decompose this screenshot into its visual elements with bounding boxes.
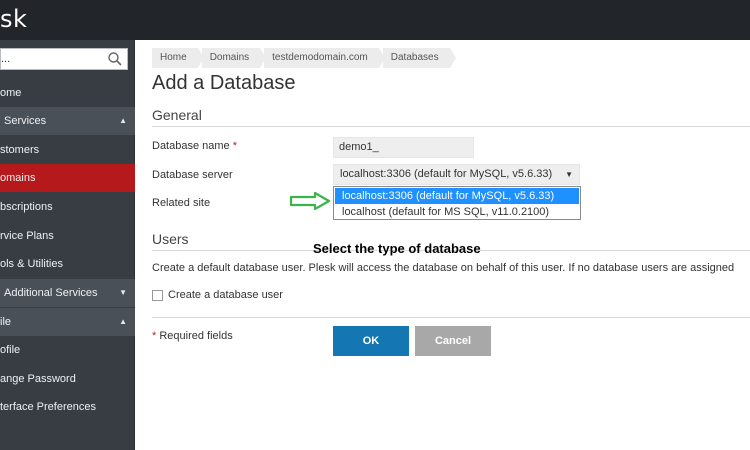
sidebar-item-profile[interactable]: ofile: [0, 336, 135, 364]
app-logo[interactable]: sk: [0, 5, 27, 33]
dropdown-option-mysql[interactable]: localhost:3306 (default for MySQL, v5.6.…: [335, 188, 579, 204]
annotation-arrow-icon: [289, 192, 331, 210]
breadcrumb-home[interactable]: Home: [152, 48, 204, 68]
sidebar-item-subscriptions[interactable]: bscriptions: [0, 193, 135, 221]
create-db-user-checkbox[interactable]: [152, 290, 163, 301]
search-input-value: ...: [1, 53, 11, 65]
create-db-user-label[interactable]: Create a database user: [168, 289, 283, 301]
sidebar-item-customers[interactable]: stomers: [0, 136, 135, 164]
database-server-dropdown-list: localhost:3306 (default for MySQL, v5.6.…: [333, 186, 581, 220]
sidebar-group-profile[interactable]: ile ▲: [0, 308, 135, 336]
chevron-up-icon: ▲: [119, 317, 127, 326]
sidebar-group-services[interactable]: Services ▲: [0, 107, 135, 135]
dropdown-option-mssql[interactable]: localhost (default for MS SQL, v11.0.210…: [335, 204, 579, 220]
sidebar-group-additional-services[interactable]: Additional Services ▼: [0, 279, 135, 307]
required-fields-note: * Required fields: [152, 330, 233, 342]
database-server-label: Database server: [152, 169, 233, 181]
sidebar-item-tools-utilities[interactable]: ols & Utilities: [0, 250, 135, 278]
database-server-select[interactable]: localhost:3306 (default for MySQL, v5.6.…: [333, 164, 580, 185]
sidebar-item-domains[interactable]: omains: [0, 164, 135, 192]
top-bar: sk: [0, 0, 750, 40]
breadcrumb-databases[interactable]: Databases: [382, 48, 456, 68]
database-name-label: Database name *: [152, 140, 238, 152]
breadcrumb-domains[interactable]: Domains: [201, 48, 267, 68]
users-description: Create a default database user. Plesk wi…: [152, 262, 735, 274]
cancel-button[interactable]: Cancel: [415, 326, 491, 356]
page-title: Add a Database: [152, 72, 296, 94]
breadcrumb-domain[interactable]: testdemodomain.com: [264, 48, 385, 68]
search-input[interactable]: ...: [0, 48, 128, 70]
dropdown-arrow-icon: ▼: [565, 170, 573, 179]
database-server-selected-value: localhost:3306 (default for MySQL, v5.6.…: [340, 168, 553, 180]
breadcrumb: Home Domains testdemodomain.com Database…: [152, 48, 456, 68]
sidebar-item-change-password[interactable]: ange Password: [0, 365, 135, 393]
form-footer-divider: [152, 317, 750, 318]
section-divider: [152, 126, 750, 127]
required-marker: *: [232, 140, 238, 152]
chevron-down-icon: ▼: [119, 288, 127, 297]
sidebar-item-service-plans[interactable]: rvice Plans: [0, 222, 135, 250]
search-icon[interactable]: [107, 51, 123, 67]
chevron-up-icon: ▲: [119, 116, 127, 125]
section-users-heading: Users: [152, 231, 189, 247]
ok-button[interactable]: OK: [333, 326, 409, 356]
sidebar-item-home[interactable]: ome: [0, 79, 135, 107]
sidebar-item-interface-preferences[interactable]: terface Preferences: [0, 393, 135, 421]
section-general-heading: General: [152, 107, 202, 123]
related-site-label: Related site: [152, 197, 211, 209]
annotation-text: Select the type of database: [313, 241, 481, 256]
database-name-input[interactable]: demo1_: [333, 137, 474, 158]
